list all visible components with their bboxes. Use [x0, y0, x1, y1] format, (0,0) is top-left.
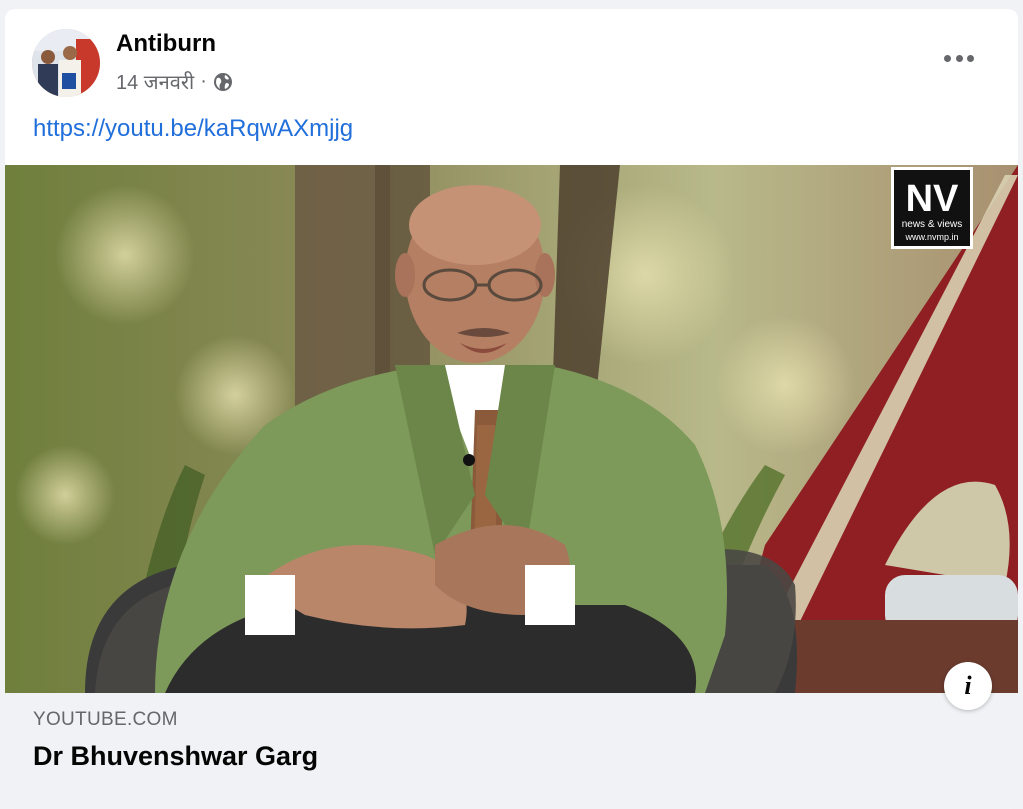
watermark-line1-text: news & views [902, 219, 963, 230]
info-button[interactable]: i [944, 662, 992, 710]
preview-title[interactable]: Dr Bhuvenshwar Garg [33, 741, 318, 772]
post-meta: 14 जनवरी · [116, 68, 233, 95]
video-thumbnail[interactable]: NV news & views www.nvmp.in [5, 165, 1018, 693]
thumbnail-image [5, 165, 1018, 693]
info-icon: i [964, 671, 972, 700]
post-link[interactable]: https://youtu.be/kaRqwAXmjjg [33, 115, 353, 143]
author-name[interactable]: Antiburn [116, 30, 216, 58]
channel-watermark-logo: NV news & views www.nvmp.in [891, 167, 973, 249]
meta-separator: · [200, 70, 207, 92]
post-date[interactable]: 14 जनवरी [116, 68, 194, 95]
watermark-line2-text: www.nvmp.in [904, 232, 958, 242]
link-preview-footer[interactable]: YOUTUBE.COM Dr Bhuvenshwar Garg i [5, 662, 1018, 809]
globe-icon[interactable] [213, 72, 233, 92]
more-options-icon[interactable] [944, 51, 974, 65]
post-card: Antiburn 14 जनवरी · https://youtu.be/kaR… [5, 9, 1018, 809]
preview-domain: YOUTUBE.COM [33, 709, 178, 730]
watermark-main-text: NV [906, 178, 959, 220]
author-avatar[interactable] [32, 29, 100, 97]
